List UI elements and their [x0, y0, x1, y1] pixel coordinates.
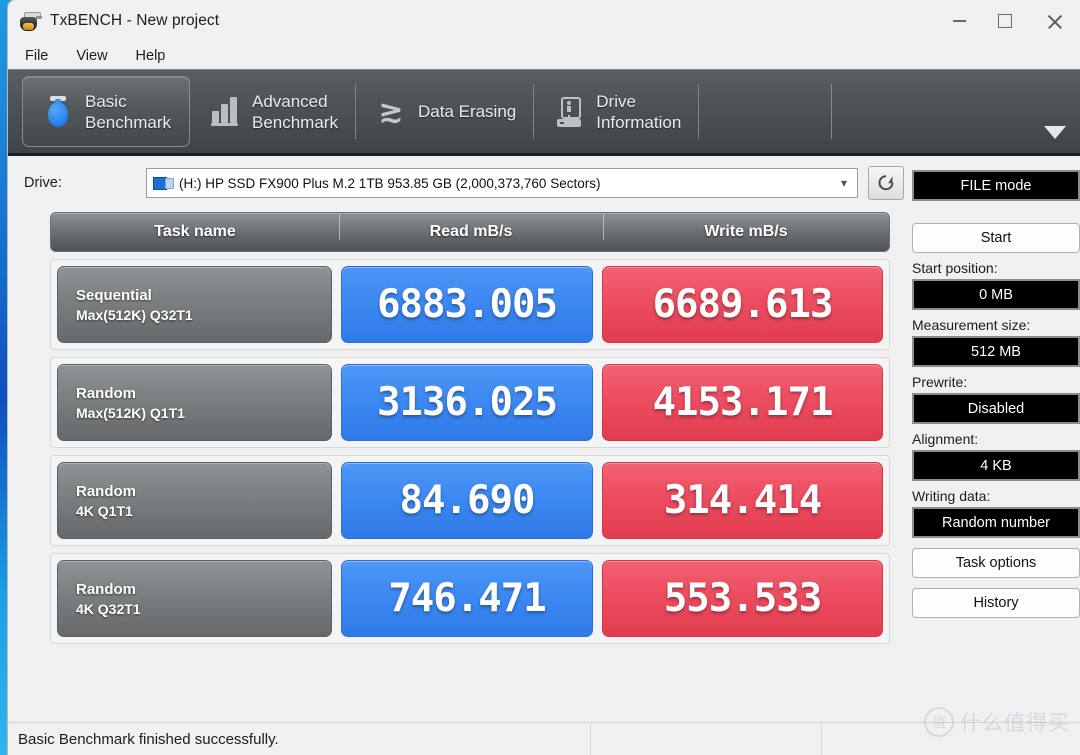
close-icon [1047, 14, 1062, 29]
read-value: 84.690 [399, 478, 536, 523]
erase-zigzag-icon: ≳ [378, 94, 404, 128]
task-name-line2: Max(512K) Q32T1 [76, 306, 193, 323]
txbench-icon [20, 11, 42, 31]
task-name-cell[interactable]: Random 4K Q32T1 [57, 560, 332, 637]
close-button[interactable] [1028, 0, 1080, 42]
results-table: Task name Read mB/s Write mB/s Sequentia… [50, 212, 890, 644]
tab-advanced-benchmark-label: Advanced Benchmark [251, 91, 338, 132]
read-value-cell: 84.690 [341, 462, 593, 539]
task-name-cell[interactable]: Random 4K Q1T1 [57, 462, 332, 539]
ribbon-tab-bar: Basic Benchmark Advanced Benchmark ≳ Dat… [8, 69, 1080, 156]
write-value: 553.533 [663, 576, 822, 621]
writing-data-field[interactable]: Random number [912, 507, 1080, 538]
read-value-cell: 6883.005 [341, 266, 593, 343]
task-name-line1: Random [76, 482, 136, 500]
window-title: TxBENCH - New project [50, 12, 220, 29]
task-name-line1: Random [76, 384, 136, 402]
table-row: Sequential Max(512K) Q32T1 6883.005 6689… [50, 259, 890, 350]
options-sidebar: FILE mode Start Start position: 0 MB Mea… [904, 156, 1080, 755]
drive-selector-row: Drive: (H:) HP SSD FX900 Plus M.2 1TB 95… [8, 156, 904, 210]
writing-data-caption: Writing data: [912, 488, 991, 504]
start-button[interactable]: Start [912, 223, 1080, 253]
column-header-write: Write mB/s [603, 214, 889, 241]
menu-item-view[interactable]: View [73, 46, 110, 66]
table-row: Random Max(512K) Q1T1 3136.025 4153.171 [50, 357, 890, 448]
alignment-caption: Alignment: [912, 431, 979, 447]
tab-data-erasing-label: Data Erasing [417, 102, 517, 121]
status-message: Basic Benchmark finished successfully. [18, 730, 279, 748]
prewrite-field[interactable]: Disabled [912, 393, 1080, 424]
write-value-cell: 553.533 [602, 560, 883, 637]
title-bar: TxBENCH - New project [8, 0, 1080, 42]
read-value-cell: 746.471 [341, 560, 593, 637]
window-controls [936, 0, 1080, 42]
task-name-line1: Random [76, 580, 136, 598]
measurement-size-field[interactable]: 512 MB [912, 336, 1080, 367]
read-value: 6883.005 [377, 282, 558, 327]
task-name-cell[interactable]: Sequential Max(512K) Q32T1 [57, 266, 332, 343]
file-mode-field[interactable]: FILE mode [912, 170, 1080, 201]
tab-drive-information-label: Drive Information [596, 91, 682, 132]
bar-chart-icon [208, 94, 242, 130]
minimize-button[interactable] [936, 0, 982, 42]
task-name-cell[interactable]: Random Max(512K) Q1T1 [57, 364, 332, 441]
benchmark-panel: Drive: (H:) HP SSD FX900 Plus M.2 1TB 95… [8, 156, 904, 755]
refresh-icon [878, 175, 894, 191]
table-row: Random 4K Q32T1 746.471 553.533 [50, 553, 890, 644]
menu-item-file[interactable]: File [22, 46, 51, 66]
results-table-header: Task name Read mB/s Write mB/s [50, 212, 890, 252]
task-options-button[interactable]: Task options [912, 548, 1080, 578]
write-value-cell: 6689.613 [602, 266, 883, 343]
column-header-task-name: Task name [154, 223, 236, 240]
tab-advanced-benchmark[interactable]: Advanced Benchmark [190, 70, 356, 153]
table-row: Random 4K Q1T1 84.690 314.414 [50, 455, 890, 546]
measurement-size-caption: Measurement size: [912, 317, 1031, 333]
chevron-down-icon[interactable] [1044, 126, 1066, 139]
status-bar: Basic Benchmark finished successfully. [8, 722, 1080, 755]
menu-item-help[interactable]: Help [133, 46, 169, 66]
drive-select[interactable]: (H:) HP SSD FX900 Plus M.2 1TB 953.85 GB… [146, 168, 858, 198]
maximize-icon [998, 14, 1012, 28]
write-value-cell: 4153.171 [602, 364, 883, 441]
start-position-field[interactable]: 0 MB [912, 279, 1080, 310]
task-name-line2: 4K Q32T1 [76, 600, 141, 617]
tab-drive-information[interactable]: Drive Information [534, 70, 700, 153]
column-header-read: Read mB/s [339, 214, 603, 241]
history-button[interactable]: History [912, 588, 1080, 618]
status-segment-3 [821, 723, 1080, 755]
chevron-down-icon: ▾ [840, 176, 847, 190]
write-value: 314.414 [663, 478, 822, 523]
read-value: 746.471 [388, 576, 546, 621]
maximize-button[interactable] [982, 0, 1028, 42]
task-name-line2: Max(512K) Q1T1 [76, 404, 185, 421]
drive-info-icon [552, 94, 586, 130]
drive-label: Drive: [24, 175, 62, 191]
minimize-icon [952, 20, 966, 22]
write-value-cell: 314.414 [602, 462, 883, 539]
drive-monitor-icon [153, 176, 174, 191]
task-name-line1: Sequential [76, 286, 152, 304]
menu-bar: File View Help [8, 42, 1080, 69]
task-name-line2: 4K Q1T1 [76, 502, 133, 519]
main-content: Drive: (H:) HP SSD FX900 Plus M.2 1TB 95… [8, 156, 1080, 755]
tab-basic-benchmark-label: Basic Benchmark [85, 91, 171, 132]
drive-selected-value: (H:) HP SSD FX900 Plus M.2 1TB 953.85 GB… [179, 175, 601, 191]
read-value: 3136.025 [377, 380, 558, 425]
tab-data-erasing[interactable]: ≳ Data Erasing [356, 70, 535, 153]
application-window: TxBENCH - New project File View Help Bas… [8, 0, 1080, 755]
status-segment-2 [590, 723, 821, 755]
write-value: 4153.171 [652, 380, 834, 425]
alignment-field[interactable]: 4 KB [912, 450, 1080, 481]
refresh-button[interactable] [868, 166, 904, 200]
read-value-cell: 3136.025 [341, 364, 593, 441]
stopwatch-icon [41, 94, 75, 130]
write-value: 6689.613 [652, 282, 834, 327]
start-position-caption: Start position: [912, 260, 998, 276]
tab-basic-benchmark[interactable]: Basic Benchmark [22, 76, 190, 147]
prewrite-caption: Prewrite: [912, 374, 968, 390]
